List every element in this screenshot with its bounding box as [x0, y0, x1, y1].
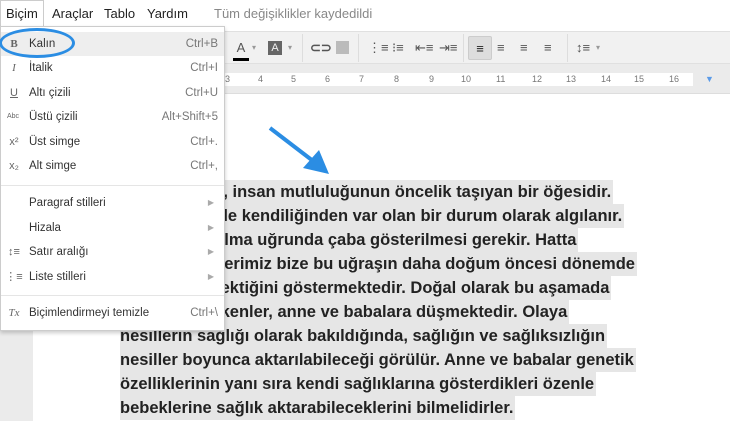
text-color-label: A [236, 40, 246, 55]
menu-item-shortcut: Ctrl+B [185, 38, 218, 50]
save-status: Tüm değişiklikler kaydedildi [214, 6, 373, 21]
menu-item-label: Satır aralığı [29, 246, 89, 258]
menu-item-label: Paragraf stilleri [29, 197, 106, 209]
ruler-tick: 3 [225, 74, 231, 84]
text-line: özelliklerinin yanı sıra kendi sağlıklar… [120, 372, 597, 396]
bulleted-list-icon[interactable]: ⁝≡ [392, 39, 404, 57]
menu-divider [1, 295, 224, 296]
text-line: rekenler, anne ve babalara düşmektedir. … [205, 300, 570, 324]
menu-item-list-styles[interactable]: ⋮≡ Liste stilleri ▶ [1, 265, 224, 289]
menu-yardim[interactable]: Yardım [147, 6, 188, 21]
menu-item-paragraph-styles[interactable]: Paragraf stilleri ▶ [1, 191, 224, 215]
ruler-tick: 8 [394, 74, 400, 84]
align-right-icon[interactable]: ≡ [520, 39, 528, 57]
menu-item-underline[interactable]: U Altı çizili Ctrl+U [1, 81, 224, 105]
ruler-tick: 14 [601, 74, 612, 84]
highlight-label: A [271, 42, 279, 54]
submenu-arrow-icon: ▶ [207, 272, 214, 281]
strikethrough-icon: Abc [6, 113, 20, 120]
menu-item-shortcut: Ctrl+U [185, 87, 218, 99]
superscript-icon: x² [9, 136, 19, 148]
text-line: gilerimiz bize bu uğraşın daha doğum önc… [205, 252, 637, 276]
ruler-tick: 10 [461, 74, 472, 84]
menu-item-label: Alt simge [29, 160, 77, 172]
text-line: ı olma uğrunda çaba gösterilmesi gerekir… [205, 228, 579, 252]
highlight-color-button[interactable]: A [268, 41, 282, 55]
ruler-tick: 12 [532, 74, 543, 84]
menu-item-align[interactable]: Hizala ▶ [1, 216, 224, 240]
menu-item-label: Hizala [29, 222, 61, 234]
ruler-tick: 7 [359, 74, 365, 84]
menu-araclar[interactable]: Araçlar [52, 6, 93, 21]
menu-item-label: Biçimlendirmeyi temizle [29, 307, 150, 319]
submenu-arrow-icon: ▶ [207, 198, 214, 207]
decrease-indent-icon[interactable]: ⇤≡ [415, 39, 433, 57]
line-spacing-icon: ↕≡ [8, 246, 20, 258]
menu-item-label: Üstü çizili [29, 111, 78, 123]
menu-item-italic[interactable]: I İtalik Ctrl+I [1, 56, 224, 80]
text-line: ak, insan mutluluğunun öncelik taşıyan b… [205, 180, 614, 204]
submenu-arrow-icon: ▶ [207, 223, 214, 232]
menu-item-subscript[interactable]: x₂ Alt simge Ctrl+, [1, 154, 224, 178]
menu-item-label: Liste stilleri [29, 271, 86, 283]
menu-divider [1, 185, 224, 186]
divider [567, 34, 568, 62]
menu-item-shortcut: Ctrl+\ [190, 307, 218, 319]
annotation-arrow-icon [268, 126, 329, 174]
menu-item-clear-formatting[interactable]: Tx Biçimlendirmeyi temizle Ctrl+\ [1, 301, 224, 325]
list-icon: ⋮≡ [5, 271, 23, 283]
justify-icon[interactable]: ≡ [544, 39, 552, 57]
ruler-tick: 4 [258, 74, 264, 84]
caret-down-icon[interactable]: ▾ [596, 39, 600, 57]
menu-tablo[interactable]: Tablo [104, 6, 135, 21]
menu-item-shortcut: Ctrl+I [190, 62, 218, 74]
ruler-tick: 11 [496, 74, 506, 84]
divider [302, 34, 303, 62]
active-menu-label-wrap: Biçim [0, 0, 44, 26]
menu-item-strikethrough[interactable]: Abc Üstü çizili Alt+Shift+5 [1, 105, 224, 129]
align-left-icon[interactable]: ≡ [468, 36, 492, 60]
menu-item-shortcut: Ctrl+. [190, 136, 218, 148]
ruler-tick: 5 [291, 74, 297, 84]
menu-item-label: Üst simge [29, 136, 81, 148]
text-color-button[interactable]: A [233, 39, 249, 61]
image-icon[interactable] [336, 41, 349, 54]
text-line: erektiğini göstermektedir. Doğal olarak … [205, 276, 612, 300]
text-line: likle kendiliğinden var olan bir durum o… [205, 204, 625, 228]
divider [358, 34, 359, 62]
numbered-list-icon[interactable]: ⋮≡ [368, 39, 389, 57]
align-center-icon[interactable]: ≡ [497, 39, 505, 57]
link-icon[interactable]: ⊂⊃ [310, 39, 332, 57]
line-spacing-icon[interactable]: ↕≡ [576, 39, 590, 57]
text-line: bebeklerine sağlık aktarabileceklerini b… [120, 396, 516, 420]
ruler-tick: 6 [325, 74, 331, 84]
menu-bar: Biçim Araçlar Tablo Yardım Tüm değişikli… [0, 0, 730, 26]
ruler-tick: 16 [669, 74, 680, 84]
caret-down-icon[interactable]: ▾ [252, 39, 256, 57]
text-line: nesiller boyunca aktarılabileceği görülü… [120, 348, 636, 372]
annotation-circle [0, 28, 75, 58]
increase-indent-icon[interactable]: ⇥≡ [439, 39, 457, 57]
right-indent-marker[interactable]: ▼ [705, 74, 714, 84]
menu-item-label: Altı çizili [29, 87, 71, 99]
menu-item-superscript[interactable]: x² Üst simge Ctrl+. [1, 130, 224, 154]
menu-item-shortcut: Ctrl+, [190, 160, 218, 172]
menu-item-line-spacing[interactable]: ↕≡ Satır aralığı ▶ [1, 240, 224, 264]
ruler-tick: 15 [634, 74, 645, 84]
menu-item-shortcut: Alt+Shift+5 [161, 111, 218, 123]
underline-icon: U [10, 87, 18, 99]
caret-down-icon[interactable]: ▾ [288, 39, 292, 57]
menu-bicim-active[interactable]: Biçim [6, 6, 38, 21]
ruler-tick: 9 [429, 74, 435, 84]
ruler-tick: 13 [566, 74, 577, 84]
clear-formatting-icon: Tx [8, 307, 20, 319]
submenu-arrow-icon: ▶ [207, 247, 214, 256]
format-menu: B Kalın Ctrl+B I İtalik Ctrl+I U Altı çi… [0, 26, 225, 331]
italic-icon: I [12, 62, 16, 74]
subscript-icon: x₂ [9, 160, 19, 172]
divider [463, 34, 464, 62]
menu-item-label: İtalik [29, 62, 53, 74]
